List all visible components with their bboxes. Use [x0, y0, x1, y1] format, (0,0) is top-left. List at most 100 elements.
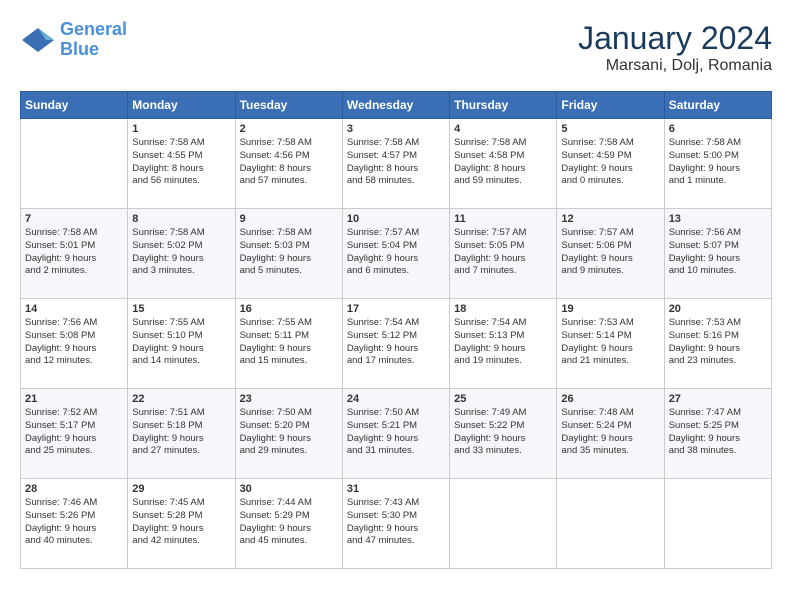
day-info: Sunrise: 7:56 AM Sunset: 5:08 PM Dayligh… — [25, 317, 123, 368]
day-info: Sunrise: 7:50 AM Sunset: 5:20 PM Dayligh… — [240, 407, 338, 458]
calendar-table: SundayMondayTuesdayWednesdayThursdayFrid… — [20, 91, 772, 569]
day-number: 18 — [454, 303, 552, 315]
calendar-day-cell: 18 Sunrise: 7:54 AM Sunset: 5:13 PM Dayli… — [450, 299, 557, 389]
day-number: 4 — [454, 123, 552, 135]
calendar-day-cell: 30Sunrise: 7:44 AM Sunset: 5:29 PM Dayli… — [235, 479, 342, 569]
calendar-body: 1 Sunrise: 7:58 AM Sunset: 4:55 PM Daylig… — [21, 119, 772, 569]
calendar-header-row: SundayMondayTuesdayWednesdayThursdayFrid… — [21, 92, 772, 119]
logo-text: General Blue — [60, 20, 127, 60]
calendar-day-cell: 24Sunrise: 7:50 AM Sunset: 5:21 PM Dayli… — [342, 389, 449, 479]
day-number: 23 — [240, 393, 338, 405]
calendar-day-cell: 16 Sunrise: 7:55 AM Sunset: 5:11 PM Dayli… — [235, 299, 342, 389]
day-number: 2 — [240, 123, 338, 135]
calendar-day-cell: 1 Sunrise: 7:58 AM Sunset: 4:55 PM Daylig… — [128, 119, 235, 209]
day-info: Sunrise: 7:43 AM Sunset: 5:30 PM Dayligh… — [347, 497, 445, 548]
day-info: Sunrise: 7:57 AM Sunset: 5:06 PM Dayligh… — [561, 227, 659, 278]
day-number: 31 — [347, 483, 445, 495]
weekday-header: Tuesday — [235, 92, 342, 119]
calendar-day-cell — [21, 119, 128, 209]
day-number: 25 — [454, 393, 552, 405]
day-info: Sunrise: 7:58 AM Sunset: 4:59 PM Dayligh… — [561, 137, 659, 188]
calendar-day-cell: 11 Sunrise: 7:57 AM Sunset: 5:05 PM Dayli… — [450, 209, 557, 299]
day-number: 21 — [25, 393, 123, 405]
day-info: Sunrise: 7:57 AM Sunset: 5:04 PM Dayligh… — [347, 227, 445, 278]
calendar-day-cell: 4 Sunrise: 7:58 AM Sunset: 4:58 PM Daylig… — [450, 119, 557, 209]
logo: General Blue — [20, 20, 127, 60]
calendar-day-cell: 31 Sunrise: 7:43 AM Sunset: 5:30 PM Dayli… — [342, 479, 449, 569]
day-info: Sunrise: 7:57 AM Sunset: 5:05 PM Dayligh… — [454, 227, 552, 278]
weekday-header: Friday — [557, 92, 664, 119]
calendar-day-cell: 17Sunrise: 7:54 AM Sunset: 5:12 PM Dayli… — [342, 299, 449, 389]
day-info: Sunrise: 7:52 AM Sunset: 5:17 PM Dayligh… — [25, 407, 123, 458]
day-info: Sunrise: 7:54 AM Sunset: 5:13 PM Dayligh… — [454, 317, 552, 368]
day-number: 15 — [132, 303, 230, 315]
calendar-week-row: 1 Sunrise: 7:58 AM Sunset: 4:55 PM Daylig… — [21, 119, 772, 209]
calendar-week-row: 28Sunrise: 7:46 AM Sunset: 5:26 PM Dayli… — [21, 479, 772, 569]
day-number: 30 — [240, 483, 338, 495]
day-info: Sunrise: 7:51 AM Sunset: 5:18 PM Dayligh… — [132, 407, 230, 458]
day-number: 26 — [561, 393, 659, 405]
day-info: Sunrise: 7:58 AM Sunset: 4:57 PM Dayligh… — [347, 137, 445, 188]
calendar-day-cell: 9Sunrise: 7:58 AM Sunset: 5:03 PM Daylig… — [235, 209, 342, 299]
day-number: 7 — [25, 213, 123, 225]
calendar-day-cell: 12 Sunrise: 7:57 AM Sunset: 5:06 PM Dayli… — [557, 209, 664, 299]
calendar-day-cell: 3 Sunrise: 7:58 AM Sunset: 4:57 PM Daylig… — [342, 119, 449, 209]
calendar-day-cell: 25 Sunrise: 7:49 AM Sunset: 5:22 PM Dayli… — [450, 389, 557, 479]
calendar-day-cell: 15 Sunrise: 7:55 AM Sunset: 5:10 PM Dayli… — [128, 299, 235, 389]
day-info: Sunrise: 7:58 AM Sunset: 4:58 PM Dayligh… — [454, 137, 552, 188]
calendar-day-cell: 22 Sunrise: 7:51 AM Sunset: 5:18 PM Dayli… — [128, 389, 235, 479]
day-number: 27 — [669, 393, 767, 405]
calendar-day-cell: 21 Sunrise: 7:52 AM Sunset: 5:17 PM Dayli… — [21, 389, 128, 479]
day-info: Sunrise: 7:53 AM Sunset: 5:14 PM Dayligh… — [561, 317, 659, 368]
title-block: January 2024 Marsani, Dolj, Romania — [578, 20, 772, 75]
calendar-day-cell: 20Sunrise: 7:53 AM Sunset: 5:16 PM Dayli… — [664, 299, 771, 389]
calendar-week-row: 7 Sunrise: 7:58 AM Sunset: 5:01 PM Daylig… — [21, 209, 772, 299]
calendar-day-cell: 7 Sunrise: 7:58 AM Sunset: 5:01 PM Daylig… — [21, 209, 128, 299]
logo-icon — [20, 26, 56, 54]
calendar-day-cell: 27Sunrise: 7:47 AM Sunset: 5:25 PM Dayli… — [664, 389, 771, 479]
day-number: 13 — [669, 213, 767, 225]
day-info: Sunrise: 7:58 AM Sunset: 4:56 PM Dayligh… — [240, 137, 338, 188]
day-info: Sunrise: 7:49 AM Sunset: 5:22 PM Dayligh… — [454, 407, 552, 458]
day-number: 11 — [454, 213, 552, 225]
calendar-day-cell: 6 Sunrise: 7:58 AM Sunset: 5:00 PM Daylig… — [664, 119, 771, 209]
day-info: Sunrise: 7:45 AM Sunset: 5:28 PM Dayligh… — [132, 497, 230, 548]
location: Marsani, Dolj, Romania — [578, 57, 772, 75]
day-info: Sunrise: 7:55 AM Sunset: 5:10 PM Dayligh… — [132, 317, 230, 368]
month-title: January 2024 — [578, 20, 772, 57]
day-number: 5 — [561, 123, 659, 135]
day-info: Sunrise: 7:58 AM Sunset: 4:55 PM Dayligh… — [132, 137, 230, 188]
day-number: 17 — [347, 303, 445, 315]
calendar-day-cell: 13Sunrise: 7:56 AM Sunset: 5:07 PM Dayli… — [664, 209, 771, 299]
day-number: 6 — [669, 123, 767, 135]
day-number: 16 — [240, 303, 338, 315]
weekday-header: Saturday — [664, 92, 771, 119]
calendar-day-cell — [450, 479, 557, 569]
day-info: Sunrise: 7:58 AM Sunset: 5:02 PM Dayligh… — [132, 227, 230, 278]
calendar-week-row: 21 Sunrise: 7:52 AM Sunset: 5:17 PM Dayli… — [21, 389, 772, 479]
weekday-header: Thursday — [450, 92, 557, 119]
calendar-day-cell — [557, 479, 664, 569]
weekday-header: Wednesday — [342, 92, 449, 119]
day-info: Sunrise: 7:58 AM Sunset: 5:01 PM Dayligh… — [25, 227, 123, 278]
day-number: 1 — [132, 123, 230, 135]
day-number: 12 — [561, 213, 659, 225]
day-number: 10 — [347, 213, 445, 225]
day-info: Sunrise: 7:48 AM Sunset: 5:24 PM Dayligh… — [561, 407, 659, 458]
calendar-day-cell — [664, 479, 771, 569]
day-info: Sunrise: 7:46 AM Sunset: 5:26 PM Dayligh… — [25, 497, 123, 548]
day-number: 3 — [347, 123, 445, 135]
day-info: Sunrise: 7:58 AM Sunset: 5:00 PM Dayligh… — [669, 137, 767, 188]
weekday-header: Sunday — [21, 92, 128, 119]
day-number: 8 — [132, 213, 230, 225]
calendar-day-cell: 5 Sunrise: 7:58 AM Sunset: 4:59 PM Daylig… — [557, 119, 664, 209]
day-number: 24 — [347, 393, 445, 405]
day-number: 22 — [132, 393, 230, 405]
day-info: Sunrise: 7:58 AM Sunset: 5:03 PM Dayligh… — [240, 227, 338, 278]
calendar-day-cell: 14Sunrise: 7:56 AM Sunset: 5:08 PM Dayli… — [21, 299, 128, 389]
day-number: 20 — [669, 303, 767, 315]
day-info: Sunrise: 7:55 AM Sunset: 5:11 PM Dayligh… — [240, 317, 338, 368]
calendar-day-cell: 19 Sunrise: 7:53 AM Sunset: 5:14 PM Dayli… — [557, 299, 664, 389]
calendar-day-cell: 29Sunrise: 7:45 AM Sunset: 5:28 PM Dayli… — [128, 479, 235, 569]
day-number: 19 — [561, 303, 659, 315]
